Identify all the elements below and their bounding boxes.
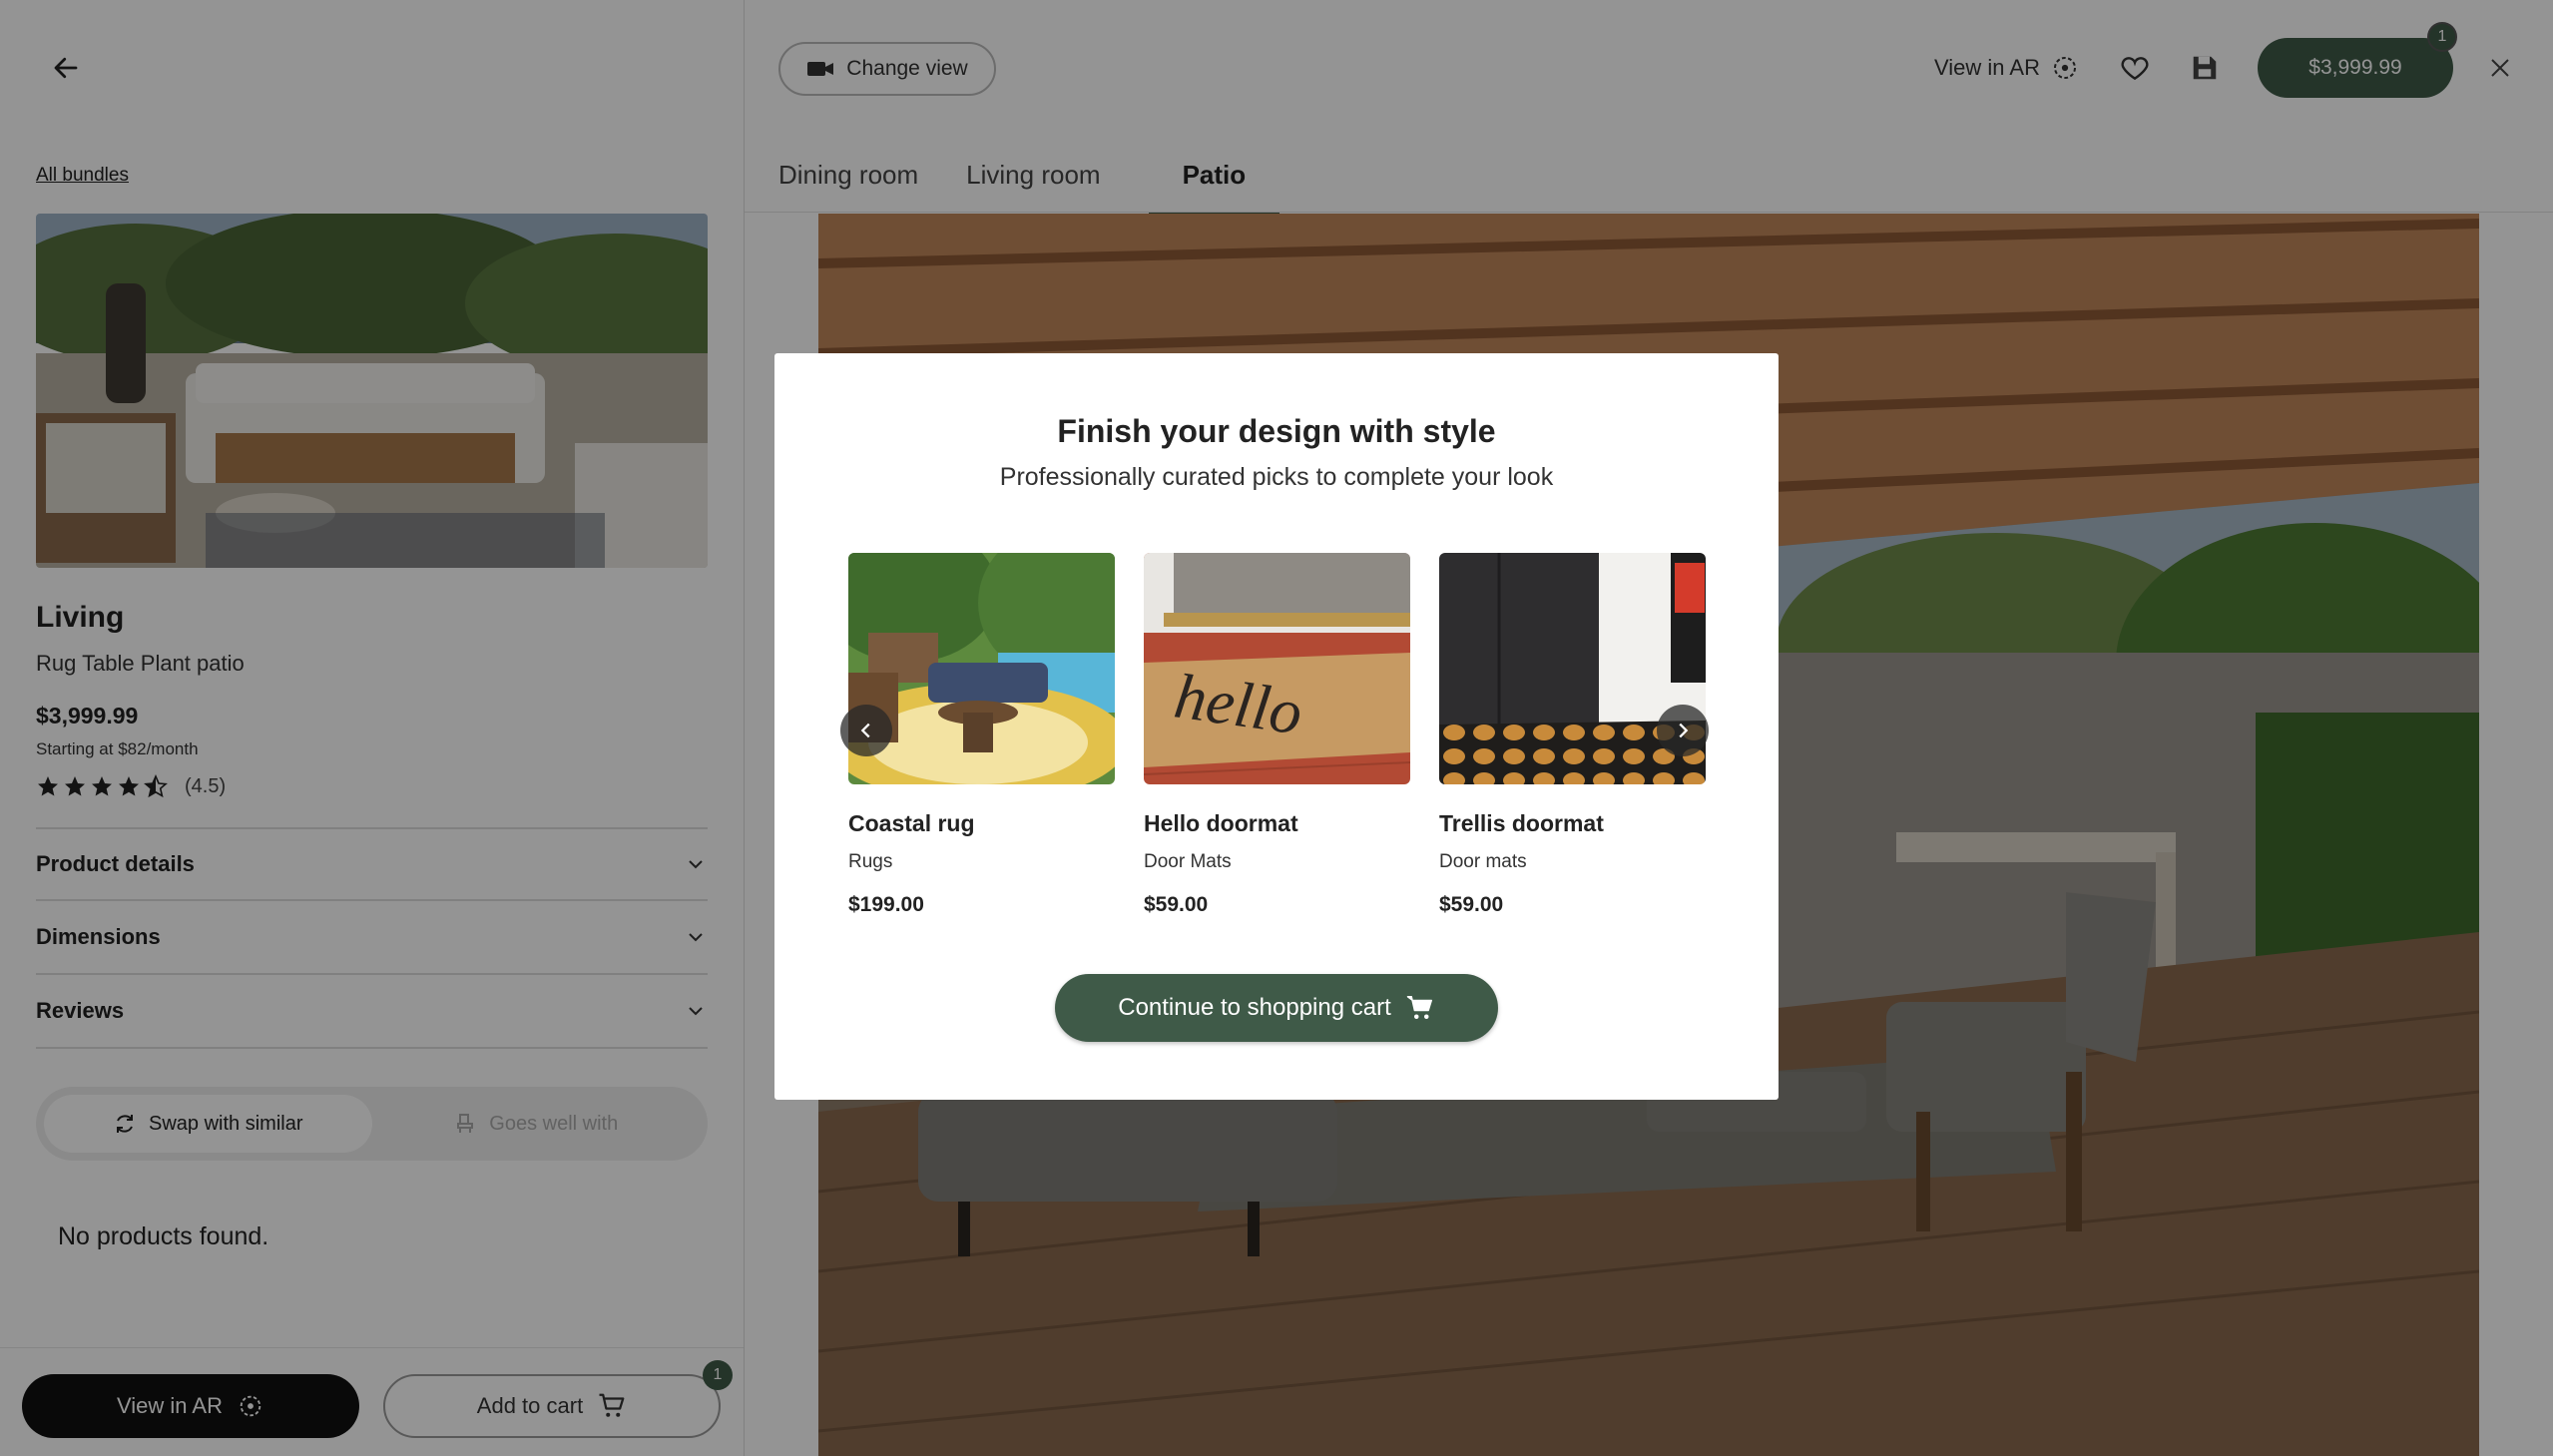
product-card[interactable]: hello Hello doormat Door Mats $59.00 xyxy=(1144,553,1410,917)
continue-to-cart-button[interactable]: Continue to shopping cart xyxy=(1055,974,1498,1042)
product-price: $59.00 xyxy=(1144,893,1209,916)
product-category: Rugs xyxy=(848,851,893,872)
chevron-right-icon xyxy=(1679,723,1689,738)
upsell-modal: Finish your design with style Profession… xyxy=(774,353,1779,1100)
carousel-prev-button[interactable] xyxy=(840,705,892,756)
carousel-next-button[interactable] xyxy=(1657,705,1709,756)
product-name: Coastal rug xyxy=(848,810,975,836)
continue-label: Continue to shopping cart xyxy=(1118,994,1391,1021)
modal-subtitle: Professionally curated picks to complete… xyxy=(999,463,1554,491)
cart-icon xyxy=(1406,996,1432,1019)
product-price: $59.00 xyxy=(1439,893,1504,916)
product-category: Door mats xyxy=(1439,851,1527,872)
modal-title: Finish your design with style xyxy=(1057,413,1496,449)
product-price: $199.00 xyxy=(848,893,924,916)
chevron-left-icon xyxy=(860,723,870,738)
product-thumbnail: hello xyxy=(1144,553,1410,784)
product-category: Door Mats xyxy=(1144,851,1232,872)
product-thumbnail xyxy=(848,553,1115,784)
product-name: Trellis doormat xyxy=(1439,810,1604,836)
product-name: Hello doormat xyxy=(1144,810,1298,836)
